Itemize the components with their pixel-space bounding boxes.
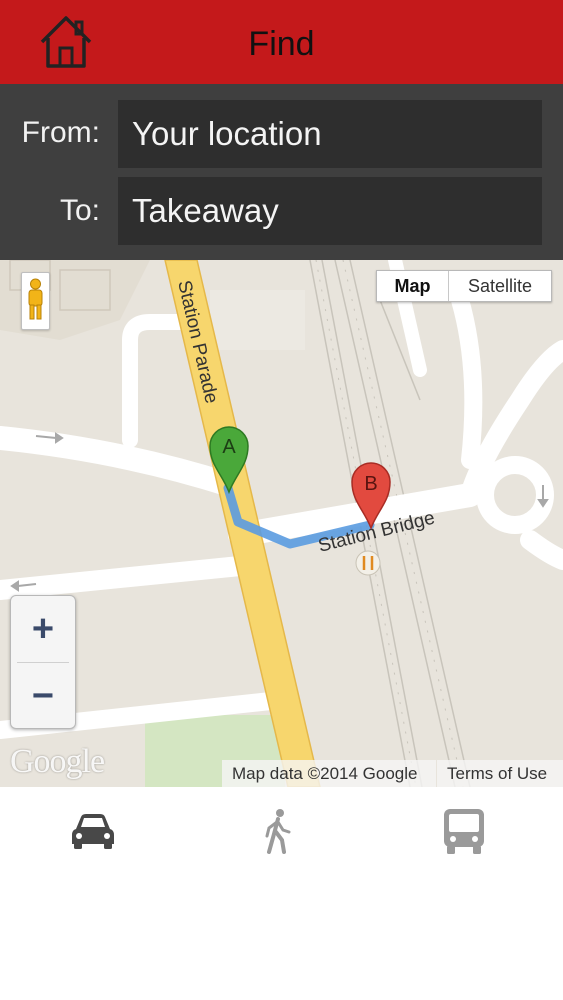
page-title: Find bbox=[248, 25, 315, 63]
from-input[interactable]: Your location bbox=[118, 100, 542, 168]
map-type-map-button[interactable]: Map bbox=[377, 271, 449, 301]
marker-a-label: A bbox=[222, 436, 236, 458]
zoom-out-button[interactable]: − bbox=[11, 663, 75, 729]
travel-mode-bus[interactable] bbox=[434, 805, 494, 857]
to-input[interactable]: Takeaway bbox=[118, 177, 542, 245]
travel-mode-car[interactable] bbox=[63, 805, 123, 857]
bus-icon bbox=[444, 809, 484, 854]
terms-of-use-link[interactable]: Terms of Use bbox=[437, 760, 563, 787]
map-canvas: Station Parade Station Bridge A B bbox=[0, 260, 563, 787]
walk-icon bbox=[265, 809, 291, 854]
zoom-control: + − bbox=[10, 595, 76, 729]
marker-b-label: B bbox=[364, 473, 377, 495]
to-label: To: bbox=[59, 194, 100, 227]
map-type-control: Map Satellite bbox=[376, 270, 552, 302]
travel-mode-walk[interactable] bbox=[248, 805, 308, 857]
zoom-in-button[interactable]: + bbox=[11, 596, 75, 662]
from-label: From: bbox=[21, 116, 100, 149]
google-logo: Google bbox=[10, 743, 105, 780]
car-icon bbox=[72, 814, 114, 849]
pegman-icon bbox=[28, 278, 43, 320]
app-header: Find bbox=[0, 0, 563, 84]
map-attribution: Map data ©2014 Google bbox=[222, 760, 436, 787]
street-view-pegman[interactable] bbox=[21, 272, 50, 330]
map-view[interactable]: Station Parade Station Bridge A B Map Sa… bbox=[0, 260, 563, 787]
restaurant-icon[interactable] bbox=[355, 550, 381, 576]
map-type-satellite-button[interactable]: Satellite bbox=[449, 271, 551, 301]
route-form: From: Your location To: Takeaway bbox=[0, 84, 563, 260]
travel-mode-tabs bbox=[0, 787, 563, 877]
